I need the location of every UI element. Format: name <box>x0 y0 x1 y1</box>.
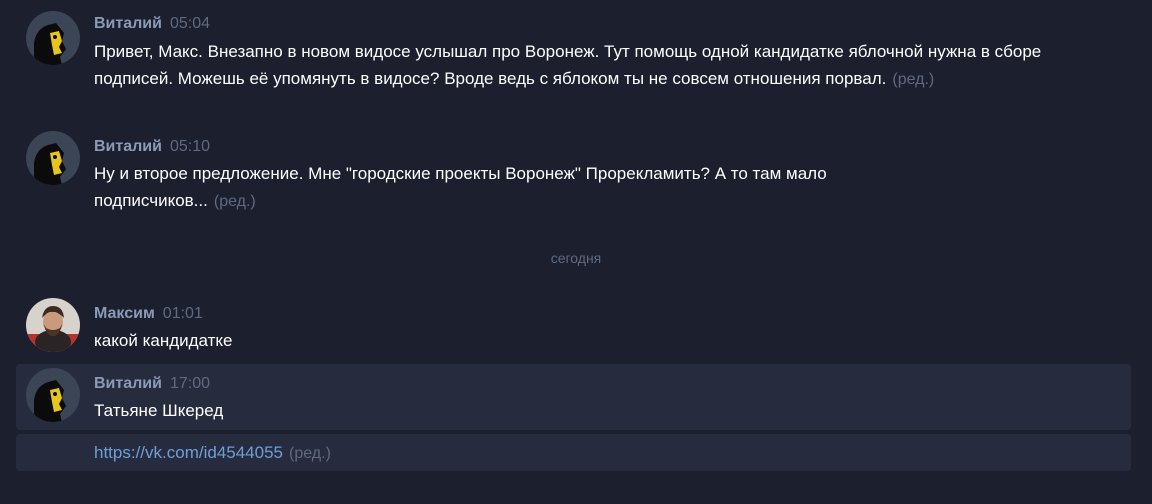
message-body: Ну и второе предложение. Мне "городские … <box>94 164 827 210</box>
chat-history: Виталий 05:04 Привет, Макс. Внезапно в но… <box>0 0 1152 504</box>
author-name[interactable]: Максим <box>94 305 155 322</box>
message-text: какой кандидатке <box>94 327 1054 354</box>
message-body: какой кандидатке <box>94 331 233 350</box>
message-author[interactable]: Максим 01:01 <box>94 305 203 323</box>
avatar-image <box>26 368 80 422</box>
avatar-image <box>26 298 80 352</box>
author-name[interactable]: Виталий <box>94 138 162 155</box>
message-author[interactable]: Виталий 05:10 <box>94 138 210 156</box>
avatar-image <box>26 11 80 65</box>
message-author[interactable]: Виталий 17:00 <box>94 375 210 393</box>
message-text: Татьяне Шкеред <box>94 397 1054 424</box>
message-time[interactable]: 05:04 <box>170 15 210 32</box>
edited-label: (ред.) <box>213 193 256 210</box>
avatar[interactable] <box>26 131 80 185</box>
message-text: Ну и второе предложение. Мне "городские … <box>94 160 934 215</box>
avatar[interactable] <box>26 298 80 352</box>
message-time[interactable]: 01:01 <box>163 305 203 322</box>
message-time[interactable]: 17:00 <box>170 375 210 392</box>
author-name[interactable]: Виталий <box>94 15 162 32</box>
message-body: Татьяне Шкеред <box>94 401 224 420</box>
author-name[interactable]: Виталий <box>94 375 162 392</box>
message-time[interactable]: 05:10 <box>170 138 210 155</box>
edited-label: (ред.) <box>892 71 935 88</box>
avatar-image <box>26 131 80 185</box>
message-author[interactable]: Виталий 05:04 <box>94 15 210 33</box>
message-link[interactable]: https://vk.com/id4544055 <box>94 443 283 462</box>
date-separator: сегодня <box>550 250 602 266</box>
edited-label: (ред.) <box>289 445 331 462</box>
avatar[interactable] <box>26 368 80 422</box>
message-text: Привет, Макс. Внезапно в новом видосе ус… <box>94 38 1054 93</box>
message-text: https://vk.com/id4544055 (ред.) <box>94 439 1054 467</box>
avatar[interactable] <box>26 11 80 65</box>
